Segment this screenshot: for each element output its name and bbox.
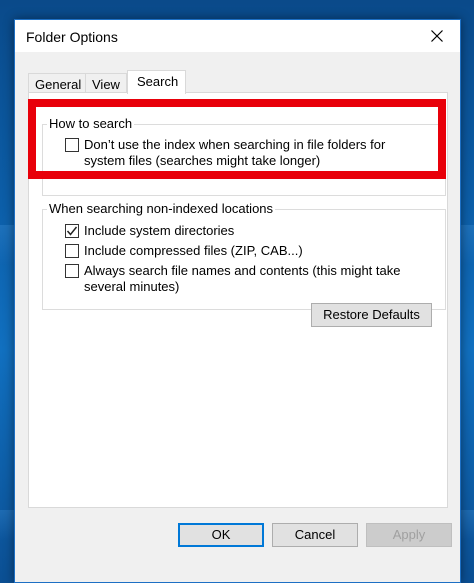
- cancel-button[interactable]: Cancel: [272, 523, 358, 547]
- dialog-title: Folder Options: [26, 29, 118, 45]
- dont-use-index-text: Don’t use the index when searching in fi…: [84, 137, 385, 169]
- option-text-line: Don’t use the index when searching in fi…: [84, 137, 386, 152]
- how-to-search-group: How to search Don’t use the index when s…: [42, 116, 446, 196]
- include-system-directories-checkbox[interactable]: [65, 224, 79, 238]
- include-system-directories-text: Include system directories: [84, 223, 235, 238]
- search-names-and-contents-text: Always search file names and contents (t…: [84, 263, 400, 295]
- close-button[interactable]: [414, 20, 460, 52]
- include-system-directories-option[interactable]: Include system directories: [65, 223, 234, 239]
- how-to-search-label: How to search: [47, 116, 135, 132]
- ok-button[interactable]: OK: [178, 523, 264, 547]
- dont-use-index-option[interactable]: Don’t use the index when searching in fi…: [65, 137, 385, 169]
- search-names-and-contents-checkbox[interactable]: [65, 264, 79, 278]
- include-compressed-files-option[interactable]: Include compressed files (ZIP, CAB...): [65, 243, 303, 259]
- search-tab-panel: How to search Don’t use the index when s…: [28, 92, 448, 508]
- restore-defaults-button[interactable]: Restore Defaults: [311, 303, 432, 327]
- non-indexed-group: When searching non-indexed locations Inc…: [42, 201, 446, 310]
- tab-general[interactable]: General: [28, 73, 89, 93]
- title-bar: Folder Options: [15, 20, 460, 52]
- include-compressed-files-text: Include compressed files (ZIP, CAB...): [84, 243, 303, 258]
- apply-button[interactable]: Apply: [366, 523, 452, 547]
- include-compressed-files-checkbox[interactable]: [65, 244, 79, 258]
- close-icon: [431, 30, 443, 42]
- search-names-and-contents-option[interactable]: Always search file names and contents (t…: [65, 263, 400, 295]
- dont-use-index-checkbox[interactable]: [65, 138, 79, 152]
- checkmark-icon: [66, 226, 78, 236]
- option-text-line: system files (searches might take longer…: [84, 153, 321, 168]
- option-text-line: several minutes): [84, 279, 180, 294]
- non-indexed-label: When searching non-indexed locations: [47, 201, 276, 217]
- option-text-line: Always search file names and contents (t…: [84, 263, 401, 278]
- folder-options-dialog: Folder Options General View Search How t…: [14, 19, 461, 583]
- tab-view[interactable]: View: [85, 73, 127, 93]
- tab-search[interactable]: Search: [127, 70, 186, 94]
